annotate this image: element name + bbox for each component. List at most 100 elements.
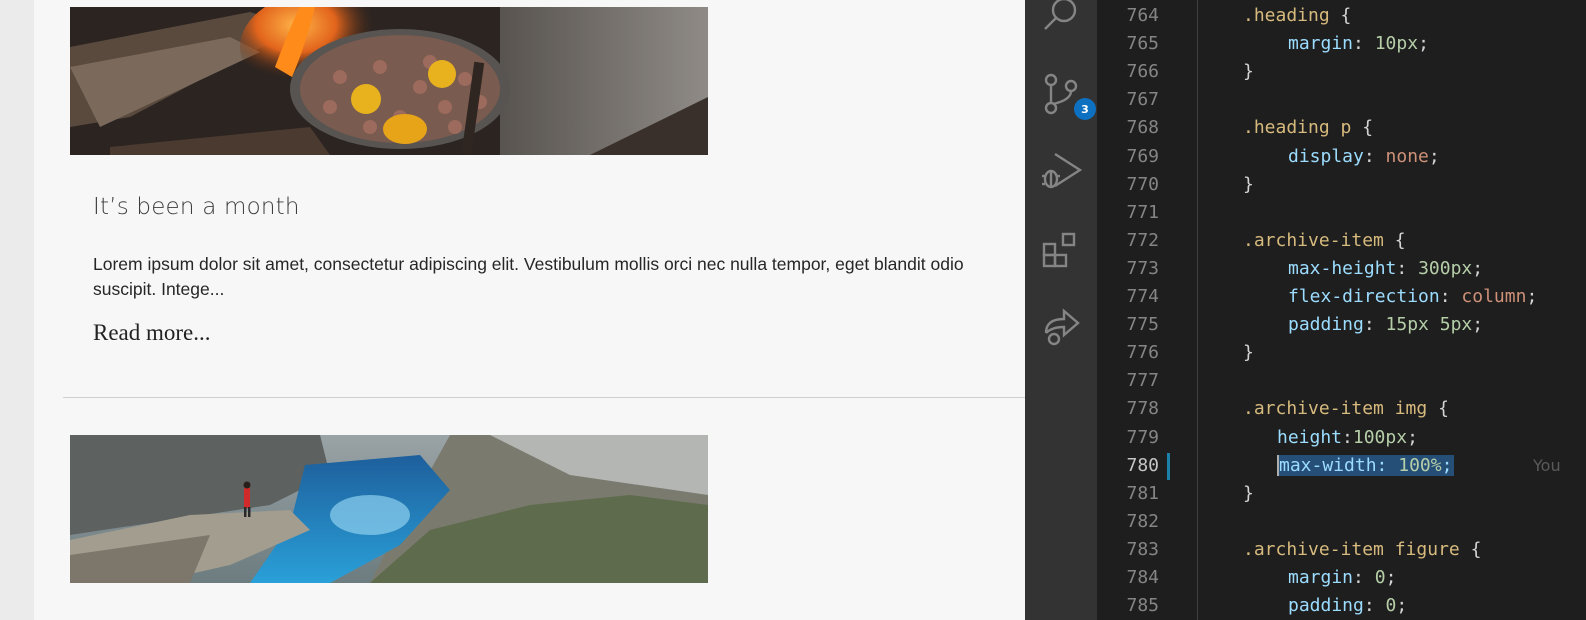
css-selector: .archive-item <box>1243 229 1384 251</box>
css-value: 100% <box>1398 454 1442 476</box>
line-number: 766 <box>1126 61 1159 83</box>
css-property: max-width <box>1279 454 1377 476</box>
line-number: 770 <box>1126 173 1159 195</box>
semicolon: ; <box>1526 286 1538 307</box>
search-icon[interactable] <box>1039 0 1083 38</box>
post-title[interactable]: It’s been a month <box>93 194 300 220</box>
archive-list: It’s been a month Lorem ipsum dolor sit … <box>34 0 1025 620</box>
css-value: 300px <box>1418 257 1473 279</box>
css-property: height <box>1277 426 1343 448</box>
css-value: 0 <box>1385 595 1397 617</box>
css-property: margin <box>1288 33 1354 55</box>
css-declaration: padding: 0; <box>1288 592 1407 620</box>
css-rule-header: .archive-item { <box>1243 227 1406 255</box>
source-control-badge: 3 <box>1074 98 1096 120</box>
line-number: 774 <box>1126 286 1159 307</box>
code-line: 767 <box>1097 86 1586 114</box>
line-number: 772 <box>1126 229 1159 251</box>
read-more-link[interactable]: Read more... <box>93 320 211 346</box>
open-brace: { <box>1351 117 1374 139</box>
css-property: margin <box>1288 567 1354 588</box>
css-rule-header: .archive-item figure { <box>1243 536 1481 564</box>
css-declaration: height:100px; <box>1277 424 1418 452</box>
colon: : <box>1363 145 1386 167</box>
css-property: flex-direction <box>1288 286 1440 307</box>
git-blame-annotation: You <box>1533 455 1561 475</box>
line-number: 765 <box>1126 33 1159 55</box>
code-line: 780 max-width: 100%; You <box>1097 452 1586 480</box>
code-line: 765 margin: 10px; <box>1097 30 1586 58</box>
close-brace: } <box>1243 61 1254 83</box>
css-declaration: max-height: 300px; <box>1288 255 1483 283</box>
css-value: 0 <box>1374 567 1386 588</box>
css-rule-header: .archive-item img { <box>1243 395 1449 423</box>
post-image-campfire[interactable] <box>70 7 708 155</box>
css-declaration: margin: 10px; <box>1288 30 1429 58</box>
post-divider <box>63 397 1025 398</box>
line-number: 780 <box>1126 454 1159 476</box>
line-number: 783 <box>1126 538 1159 560</box>
code-line: 764 .heading { <box>1097 2 1586 30</box>
code-line: 768 .heading p { <box>1097 114 1586 142</box>
code-line: 769 display: none; <box>1097 143 1586 171</box>
css-declaration: flex-direction: column; <box>1288 283 1537 311</box>
semicolon: ; <box>1472 314 1484 336</box>
code-line: 785 padding: 0; <box>1097 592 1586 620</box>
line-number: 777 <box>1126 370 1159 392</box>
colon: : <box>1363 314 1386 336</box>
code-line: 771 <box>1097 199 1586 227</box>
code-line: 773 max-height: 300px; <box>1097 255 1586 283</box>
code-line: 775 padding: 15px 5px; <box>1097 311 1586 339</box>
selection-highlight: max-width: 100%; <box>1277 454 1455 476</box>
open-brace: { <box>1459 538 1482 560</box>
code-line: 779 height:100px; <box>1097 424 1586 452</box>
code-line: 777 <box>1097 367 1586 395</box>
line-number: 784 <box>1126 567 1159 588</box>
live-share-icon[interactable] <box>1039 304 1083 348</box>
colon: : <box>1363 595 1386 617</box>
code-line: 774 flex-direction: column; <box>1097 283 1586 311</box>
css-declaration: max-width: 100%; <box>1277 452 1455 480</box>
semicolon: ; <box>1428 145 1440 167</box>
css-property: display <box>1288 145 1364 167</box>
colon: : <box>1396 257 1419 279</box>
activity-bar: 3 <box>1025 0 1097 620</box>
css-selector: .archive-item figure <box>1243 538 1460 560</box>
css-property: padding <box>1288 314 1364 336</box>
css-selector: .heading p <box>1243 117 1352 139</box>
source-control-icon[interactable]: 3 <box>1039 72 1096 120</box>
css-property: padding <box>1288 595 1364 617</box>
colon: : <box>1376 454 1399 476</box>
code-line: 776} <box>1097 339 1586 367</box>
css-rule-header: .heading p { <box>1243 114 1373 142</box>
close-brace: } <box>1243 173 1254 195</box>
line-number: 781 <box>1126 482 1159 504</box>
code-line: 778 .archive-item img { <box>1097 395 1586 423</box>
code-line: 772 .archive-item { <box>1097 227 1586 255</box>
open-brace: { <box>1329 5 1352 26</box>
code-line: 766} <box>1097 58 1586 86</box>
post-image-fjord[interactable] <box>70 435 708 583</box>
colon: : <box>1439 286 1462 307</box>
css-declaration: display: none; <box>1288 143 1440 171</box>
semicolon: ; <box>1407 426 1418 448</box>
run-debug-icon[interactable] <box>1039 148 1083 192</box>
semicolon: ; <box>1418 33 1429 55</box>
code-line: 770} <box>1097 171 1586 199</box>
code-line: 782 <box>1097 508 1586 536</box>
semicolon: ; <box>1441 454 1453 476</box>
css-value: 10px <box>1374 33 1419 55</box>
colon: : <box>1342 426 1353 448</box>
line-number: 785 <box>1126 595 1159 617</box>
colon: : <box>1353 33 1375 55</box>
close-brace: } <box>1243 342 1254 364</box>
code-line: 784 margin: 0; <box>1097 564 1586 592</box>
line-number: 775 <box>1126 314 1159 336</box>
browser-page: It’s been a month Lorem ipsum dolor sit … <box>0 0 1025 620</box>
css-selector: .heading <box>1243 5 1330 26</box>
line-number: 778 <box>1126 398 1159 420</box>
line-number: 776 <box>1126 342 1159 364</box>
code-editor[interactable]: 764 .heading {765 margin: 10px; 766} 767 768.… <box>1097 0 1586 620</box>
extensions-icon[interactable] <box>1039 228 1083 272</box>
code-line: 781} <box>1097 480 1586 508</box>
